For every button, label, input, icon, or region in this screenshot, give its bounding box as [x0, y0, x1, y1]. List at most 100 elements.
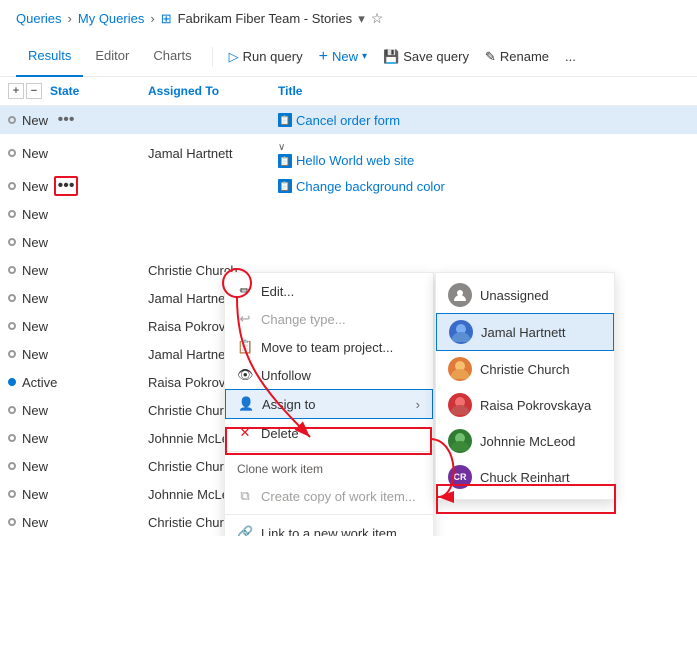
story-icon: 📋: [278, 113, 292, 127]
expand-btn[interactable]: ∨: [278, 142, 285, 153]
submenu-johnnie[interactable]: Johnnie McLeod: [436, 423, 614, 459]
avatar-raisa: [448, 393, 472, 417]
state-dot: [8, 116, 16, 124]
delete-icon: ✕: [237, 425, 253, 441]
submenu-jamal[interactable]: Jamal Hartnett: [436, 313, 614, 351]
assigned-label: Jamal Hartnett: [148, 291, 233, 306]
state-cell: New: [0, 452, 140, 480]
tab-editor[interactable]: Editor: [83, 37, 141, 77]
state-dot: [8, 294, 16, 302]
table-row[interactable]: New: [0, 228, 697, 256]
submenu-christie[interactable]: Christie Church: [436, 351, 614, 387]
change-type-icon: ↩: [237, 311, 253, 327]
state-dot: [8, 210, 16, 218]
state-cell: New: [0, 424, 140, 452]
results-table-container: + − State Assigned To Title New •••: [0, 77, 697, 536]
more-options-button[interactable]: ...: [557, 45, 584, 68]
state-cell: New: [0, 480, 140, 508]
more-options-btn[interactable]: •••: [54, 110, 78, 130]
state-dot: [8, 490, 16, 498]
title-cell[interactable]: 📋 Cancel order form: [278, 113, 689, 128]
copy-icon: ⧉: [237, 488, 253, 504]
rename-button[interactable]: ✎ Rename: [477, 45, 557, 69]
table-row[interactable]: New Jamal Hartnett ∨ 📋 Hello World web s…: [0, 134, 697, 172]
story-icon: 📋: [278, 154, 292, 168]
state-label: New: [22, 146, 48, 161]
state-dot: [8, 378, 16, 386]
submenu-unassigned[interactable]: Unassigned: [436, 277, 614, 313]
run-query-icon: ▷: [229, 49, 239, 65]
avatar-chuck: CR: [448, 465, 472, 489]
state-dot: [8, 462, 16, 470]
state-dot: [8, 350, 16, 358]
title-cell[interactable]: 📋 Change background color: [278, 179, 689, 194]
save-query-button[interactable]: 💾 Save query: [375, 45, 477, 69]
submenu-chuck[interactable]: CR Chuck Reinhart: [436, 459, 614, 495]
state-dot: [8, 238, 16, 246]
state-label: Active: [22, 375, 57, 390]
toolbar: Results Editor Charts ▷ Run query + New …: [0, 37, 697, 77]
state-label: New: [22, 347, 48, 362]
state-label: New: [22, 263, 48, 278]
breadcrumb-caret-icon[interactable]: ▾: [358, 11, 365, 27]
state-cell: New: [0, 312, 140, 340]
state-cell: New •••: [0, 106, 140, 135]
new-button[interactable]: + New ▾: [311, 44, 375, 70]
col-state-header: + − State: [0, 77, 140, 106]
ctx-change-type: ↩ Change type...: [225, 305, 433, 333]
col-title-header: Title: [270, 77, 697, 106]
state-cell: New: [0, 284, 140, 312]
state-dot: [8, 434, 16, 442]
breadcrumb-team-label: Fabrikam Fiber Team - Stories: [178, 11, 353, 26]
state-cell: New •••: [0, 172, 140, 200]
story-icon: 📋: [278, 179, 292, 193]
toolbar-divider-1: [212, 47, 213, 67]
ctx-move-team[interactable]: 📋 Move to team project...: [225, 333, 433, 361]
title-col: [270, 200, 697, 228]
state-cell: New: [0, 340, 140, 368]
breadcrumb-queries[interactable]: Queries: [16, 11, 62, 26]
ctx-link-new[interactable]: 🔗 Link to a new work item...: [225, 519, 433, 536]
ctx-create-copy: ⧉ Create copy of work item...: [225, 482, 433, 510]
rename-icon: ✎: [485, 49, 496, 65]
title-col: 📋 Change background color: [270, 172, 697, 200]
title-col: 📋 Cancel order form: [270, 106, 697, 135]
new-caret-icon: ▾: [362, 51, 367, 62]
submenu-raisa[interactable]: Raisa Pokrovskaya: [436, 387, 614, 423]
assigned-cell: [140, 200, 270, 228]
breadcrumb: Queries › My Queries › ⊞ Fabrikam Fiber …: [0, 0, 697, 37]
assigned-cell: [140, 172, 270, 200]
state-label: New: [22, 179, 48, 194]
state-cell: New: [0, 228, 140, 256]
state-label: New: [22, 431, 48, 446]
state-cell: New: [0, 508, 140, 536]
tab-results[interactable]: Results: [16, 37, 83, 77]
assigned-label: Jamal Hartnett: [148, 347, 233, 362]
ctx-delete[interactable]: ✕ Delete: [225, 419, 433, 447]
table-row[interactable]: New: [0, 200, 697, 228]
more-options-btn[interactable]: •••: [54, 176, 78, 196]
add-column-icon[interactable]: +: [8, 83, 24, 99]
ctx-clone-label: Clone work item: [225, 456, 433, 482]
ctx-unfollow[interactable]: 👁 Unfollow: [225, 361, 433, 389]
ctx-assign-to[interactable]: 👤 Assign to ›: [225, 389, 433, 419]
state-label: New: [22, 113, 48, 128]
table-row[interactable]: New ••• 📋 Change background color: [0, 172, 697, 200]
breadcrumb-star-icon[interactable]: ☆: [371, 10, 384, 27]
breadcrumb-myqueries[interactable]: My Queries: [78, 11, 144, 26]
assign-submenu: Unassigned Jamal Hartnett Christie Churc…: [435, 272, 615, 500]
state-cell: New: [0, 396, 140, 424]
state-cell: New: [0, 134, 140, 172]
board-icon: ⊞: [161, 11, 172, 27]
ctx-edit[interactable]: ✏ Edit...: [225, 277, 433, 305]
table-row[interactable]: New ••• 📋 Cancel order form: [0, 106, 697, 135]
tab-charts[interactable]: Charts: [141, 37, 203, 77]
unfollow-icon: 👁: [237, 367, 253, 383]
state-label: New: [22, 291, 48, 306]
run-query-button[interactable]: ▷ Run query: [221, 45, 311, 69]
title-col: [270, 228, 697, 256]
state-label: New: [22, 515, 48, 530]
title-cell[interactable]: 📋 Hello World web site: [278, 153, 689, 168]
collapse-icon[interactable]: −: [26, 83, 42, 99]
avatar-unassigned: [448, 283, 472, 307]
